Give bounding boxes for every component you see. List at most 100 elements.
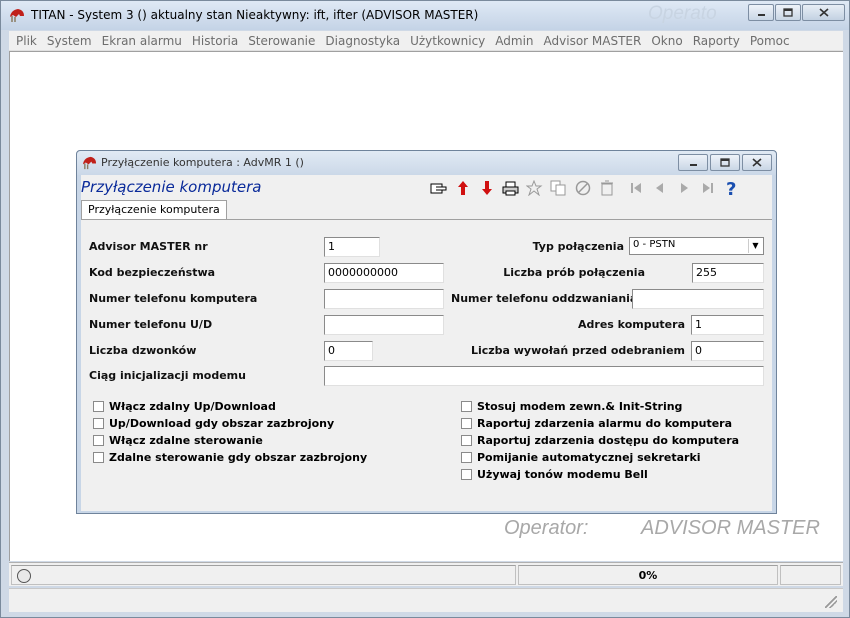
window-controls (748, 4, 845, 21)
help-button[interactable]: ? (720, 177, 743, 199)
numer-oddzwaniania-field[interactable] (632, 289, 764, 309)
restore-button[interactable] (775, 4, 801, 21)
checkbox-label: Zdalne sterowanie gdy obszar zazbrojony (109, 451, 368, 464)
checkbox-tony-bell[interactable]: Używaj tonów modemu Bell (461, 468, 648, 481)
next-record-button[interactable] (672, 177, 695, 199)
status-cell-progress: 0% (518, 565, 778, 585)
checkbox-box[interactable] (461, 418, 472, 429)
checkbox-box[interactable] (93, 401, 104, 412)
last-record-button[interactable] (696, 177, 719, 199)
first-icon (630, 183, 641, 193)
adres-komputera-field[interactable]: 1 (691, 315, 764, 335)
dialog-restore-button[interactable] (710, 154, 740, 171)
numer-telefonu-komputera-field[interactable] (324, 289, 444, 309)
titlebar-ghost-text: Operato (648, 3, 717, 24)
checkbox-label: Włącz zdalne sterowanie (109, 434, 263, 447)
menu-pomoc[interactable]: Pomoc (746, 34, 794, 48)
copy-icon (550, 180, 566, 196)
delete-button[interactable] (595, 177, 618, 199)
checkbox-box[interactable] (93, 435, 104, 446)
liczba-wywolan-field[interactable]: 0 (691, 341, 764, 361)
numer-telefonu-ud-label: Numer telefonu U/D (89, 318, 213, 331)
progress-text: 0% (638, 569, 658, 582)
help-question-icon: ? (726, 179, 736, 197)
checkbox-box[interactable] (93, 418, 104, 429)
menu-ekran-alarmu[interactable]: Ekran alarmu (98, 34, 186, 48)
checkbox-label: Używaj tonów modemu Bell (477, 468, 648, 481)
checkbox-wlacz-zdalny-updownload[interactable]: Włącz zdalny Up/Download (93, 400, 276, 413)
titan-logo-icon (10, 9, 24, 22)
chevron-down-icon[interactable]: ▼ (748, 239, 762, 253)
resize-grip-icon[interactable] (825, 596, 837, 608)
kod-bezpieczenstwa-field[interactable]: 0000000000 (324, 263, 444, 283)
checkbox-raportuj-dostepu[interactable]: Raportuj zdarzenia dostępu do komputera (461, 434, 739, 447)
no-entry-icon (575, 180, 590, 196)
dialog-titlebar[interactable]: Przyłączenie komputera : AdvMR 1 () (77, 151, 776, 175)
numer-oddzwaniania-label: Numer telefonu oddzwaniania (451, 292, 638, 305)
ciag-inicjalizacji-field[interactable] (324, 366, 764, 386)
minimize-icon (689, 163, 697, 166)
close-icon (752, 158, 762, 167)
checkbox-label: Raportuj zdarzenia dostępu do komputera (477, 434, 740, 447)
dialog-close-button[interactable] (742, 154, 772, 171)
new-star-icon (526, 180, 543, 196)
tab-przylaczenie-komputera[interactable]: Przyłączenie komputera (81, 200, 227, 220)
typ-polaczenia-label: Typ połączenia (532, 240, 624, 253)
tab-panel: Advisor MASTER nr 1 Kod bezpieczeństwa 0… (81, 219, 772, 509)
menu-admin[interactable]: Admin (491, 34, 537, 48)
liczba-dzwonkow-label: Liczba dzwonków (89, 344, 197, 357)
checkbox-stosuj-modem-zewn[interactable]: Stosuj modem zewn.& Init-String (461, 400, 682, 413)
dialog-toolbar: ? (427, 177, 743, 199)
printer-icon (502, 181, 519, 195)
checkbox-sterowanie-zazbrojony[interactable]: Zdalne sterowanie gdy obszar zazbrojony (93, 451, 367, 464)
print-button[interactable] (499, 177, 522, 199)
bottom-strip (9, 588, 843, 612)
new-record-button[interactable] (523, 177, 546, 199)
menu-sterowanie[interactable]: Sterowanie (244, 34, 319, 48)
checkbox-box[interactable] (461, 435, 472, 446)
menu-system[interactable]: System (43, 34, 96, 48)
operator-value: ADVISOR MASTER (641, 517, 820, 539)
checkbox-pomijanie-sekretarki[interactable]: Pomijanie automatycznej sekretarki (461, 451, 701, 464)
arrow-down-icon (481, 181, 492, 195)
checkbox-wlacz-zdalne-sterowanie[interactable]: Włącz zdalne sterowanie (93, 434, 263, 447)
checkbox-box[interactable] (461, 401, 472, 412)
app-titlebar[interactable]: TITAN - System 3 () aktualny stan Nieakt… (1, 1, 849, 30)
checkbox-label: Pomijanie automatycznej sekretarki (477, 451, 701, 464)
minimize-button[interactable] (748, 4, 774, 21)
checkbox-box[interactable] (93, 452, 104, 463)
liczba-prob-field[interactable]: 255 (692, 263, 764, 283)
menu-historia[interactable]: Historia (188, 34, 242, 48)
close-button[interactable] (802, 4, 845, 21)
menu-okno[interactable]: Okno (647, 34, 686, 48)
checkbox-box[interactable] (461, 452, 472, 463)
numer-telefonu-ud-field[interactable] (324, 315, 444, 335)
minimize-icon (757, 13, 765, 16)
dialog-minimize-button[interactable] (678, 154, 708, 171)
checkbox-raportuj-alarmu[interactable]: Raportuj zdarzenia alarmu do komputera (461, 417, 732, 430)
menu-advisor-master[interactable]: Advisor MASTER (540, 34, 646, 48)
titan-logo-icon (82, 156, 97, 170)
cancel-button[interactable] (571, 177, 594, 199)
status-bar: 0% (9, 562, 843, 586)
first-record-button[interactable] (624, 177, 647, 199)
advisor-master-nr-field[interactable]: 1 (324, 237, 380, 257)
menu-diagnostyka[interactable]: Diagnostyka (321, 34, 404, 48)
checkbox-updownload-zazbrojony[interactable]: Up/Download gdy obszar zazbrojony (93, 417, 334, 430)
app-title: TITAN - System 3 () aktualny stan Nieakt… (31, 8, 479, 22)
hand-pointer-icon (430, 183, 446, 194)
checkbox-box[interactable] (461, 469, 472, 480)
typ-polaczenia-select[interactable]: 0 - PSTN ▼ (629, 237, 764, 255)
move-down-button[interactable] (475, 177, 498, 199)
copy-record-button[interactable] (547, 177, 570, 199)
move-up-button[interactable] (451, 177, 474, 199)
point-hand-button[interactable] (427, 177, 450, 199)
menu-uzytkownicy[interactable]: Użytkownicy (406, 34, 489, 48)
menu-raporty[interactable]: Raporty (689, 34, 744, 48)
liczba-dzwonkow-field[interactable]: 0 (324, 341, 373, 361)
operator-label: Operator: (504, 517, 589, 539)
previous-record-button[interactable] (648, 177, 671, 199)
menu-plik[interactable]: Plik (12, 34, 41, 48)
next-icon (680, 183, 688, 193)
trash-icon (600, 180, 613, 196)
